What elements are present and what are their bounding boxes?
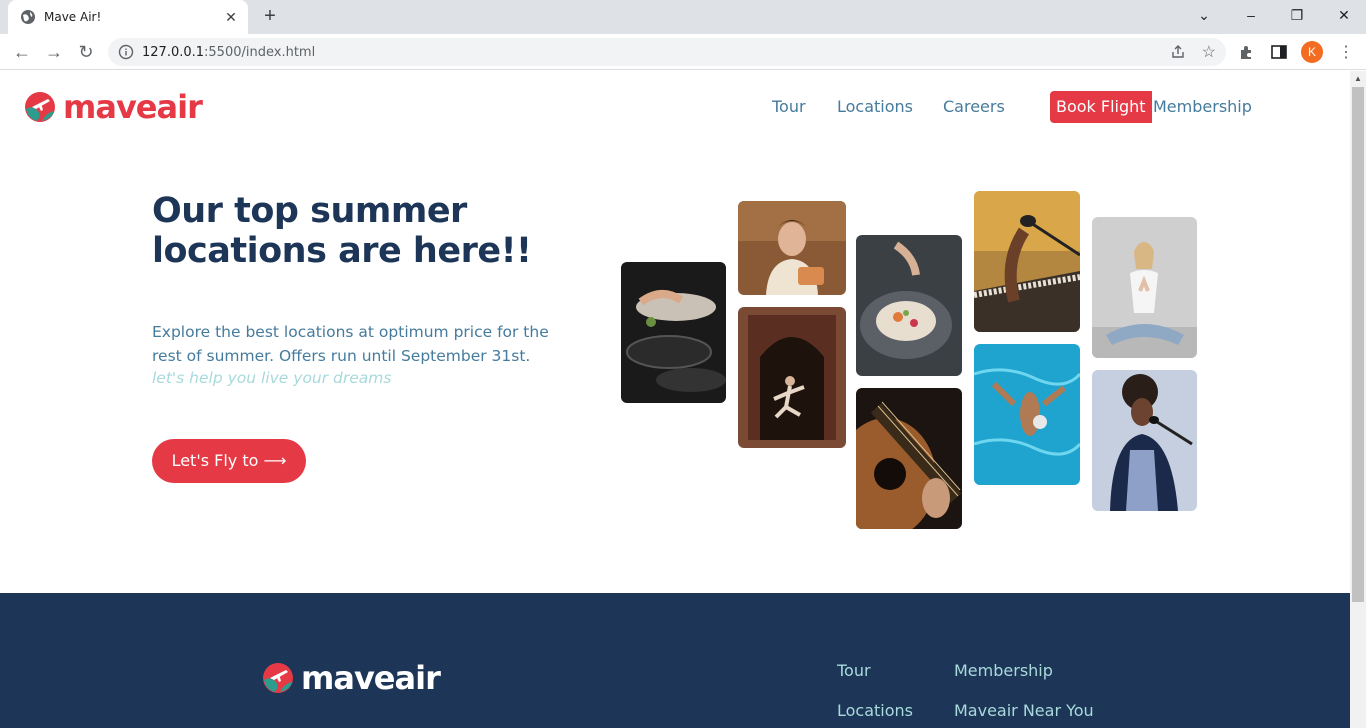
plane-globe-logo-icon [263,663,293,693]
browser-menu-icon[interactable]: ⋮ [1338,42,1354,62]
swimmer-photo [974,344,1080,485]
profile-avatar[interactable]: K [1301,41,1323,63]
back-button[interactable]: ← [10,40,34,64]
yoga-photo [1092,217,1197,358]
plated-dish-photo [856,235,962,376]
footer-link-membership[interactable]: Membership [954,661,1053,680]
keyboard-mic-photo [974,191,1080,332]
baker-photo [738,201,846,295]
site-logo[interactable]: maveair [24,88,203,126]
browser-tab[interactable]: Mave Air! ✕ [8,0,248,34]
dancer-doorway-photo [738,307,846,448]
new-tab-button[interactable]: + [258,5,282,29]
forward-button[interactable]: → [42,40,66,64]
site-footer: maveair Tour Locations Membership Maveai… [0,593,1350,728]
guitar-photo [856,388,962,529]
nav-careers[interactable]: Careers [943,97,1005,116]
globe-icon [21,10,35,24]
side-panel-icon[interactable] [1270,43,1288,61]
page-viewport: maveair Tour Locations Careers Membershi… [0,71,1350,728]
footer-link-locations[interactable]: Locations [837,701,913,720]
hero-description: Explore the best locations at optimum pr… [152,323,549,365]
plane-globe-logo-icon [25,92,55,122]
browser-tab-strip: Mave Air! ✕ + ⌄ – ❐ ✕ [0,0,1366,34]
reload-button[interactable]: ↻ [74,40,98,64]
cooking-photo [621,262,726,403]
nav-membership[interactable]: Membership [1153,97,1252,116]
logo-wordmark: maveair [63,88,203,126]
tab-search-icon[interactable]: ⌄ [1190,4,1218,26]
footer-link-near-you[interactable]: Maveair Near You [954,701,1094,720]
share-icon[interactable] [1170,44,1186,60]
url-text: 127.0.0.1:5500/index.html [142,45,316,60]
footer-link-tour[interactable]: Tour [837,661,871,680]
nav-locations[interactable]: Locations [837,97,913,116]
minimize-button[interactable]: – [1237,4,1265,26]
page-scrollbar[interactable]: ▲ [1350,71,1366,728]
hero-title: Our top summer locations are here!! [152,191,532,271]
lets-fly-button[interactable]: Let's Fly to ⟶ [152,439,306,483]
restore-button[interactable]: ❐ [1283,4,1311,26]
bookmark-star-icon[interactable]: ☆ [1202,42,1216,62]
browser-toolbar: ← → ↻ 127.0.0.1:5500/index.html ☆ [0,34,1366,70]
scroll-up-arrow-icon[interactable]: ▲ [1353,74,1363,84]
singer-photo [1092,370,1197,511]
scrollbar-thumb[interactable] [1352,87,1364,602]
footer-logo[interactable]: maveair [262,659,441,697]
tab-title: Mave Air! [44,10,102,24]
site-info-icon[interactable] [118,44,134,60]
close-tab-icon[interactable]: ✕ [222,8,240,26]
footer-logo-wordmark: maveair [301,659,441,697]
nav-tour[interactable]: Tour [772,97,806,116]
address-bar[interactable]: 127.0.0.1:5500/index.html ☆ [108,38,1226,66]
book-flight-button[interactable]: Book Flight [1050,91,1152,123]
close-window-button[interactable]: ✕ [1330,4,1358,26]
hero-tagline: let's help you live your dreams [152,369,392,387]
extensions-icon[interactable] [1238,43,1256,61]
